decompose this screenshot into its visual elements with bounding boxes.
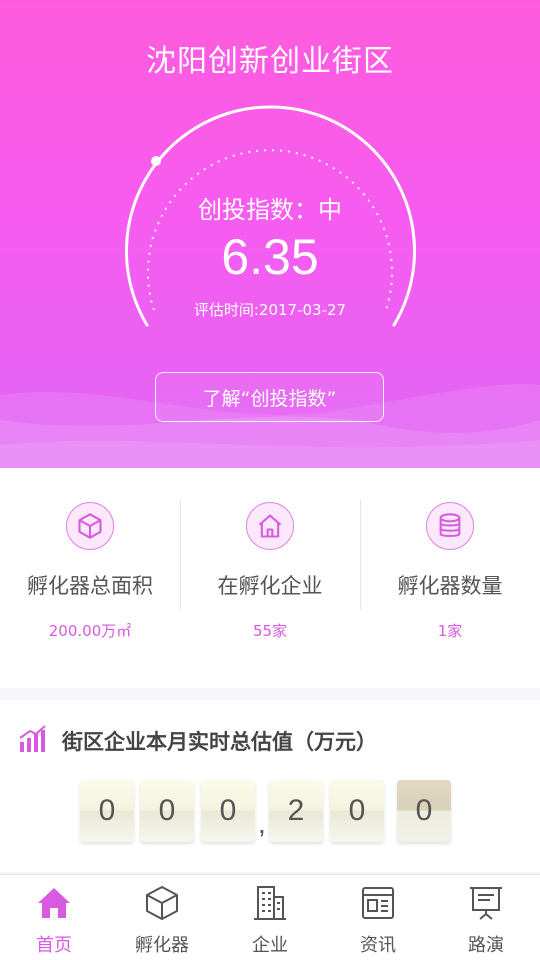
presentation-icon <box>470 887 502 920</box>
cube-icon <box>146 886 178 920</box>
counter-digit: 0 <box>397 780 451 842</box>
gauge-indicator-dot <box>151 156 161 166</box>
counter-digit: 2 <box>269 780 323 842</box>
tab-home[interactable]: 首页 <box>0 875 108 960</box>
stat-value: 1家 <box>437 622 463 640</box>
index-value: 6.35 <box>221 229 319 285</box>
valuation-counter: 0 0 0 , 2 0 0 <box>0 780 540 842</box>
stat-value: 55家 <box>252 622 288 640</box>
stat-value: 200.00万㎡ <box>48 622 132 640</box>
home-icon <box>38 888 70 918</box>
tab-enterprise[interactable]: 企业 <box>216 875 324 960</box>
valuation-title: 街区企业本月实时总估值（万元） <box>62 730 377 754</box>
counter-separator: , <box>258 808 266 839</box>
counter-digit: 0 <box>330 780 384 842</box>
tab-label: 路演 <box>468 935 504 956</box>
stats-panel: 孵化器总面积 200.00万㎡ 在孵化企业 55家 孵化器数量 1家 <box>0 468 540 688</box>
tab-label: 孵化器 <box>135 935 189 956</box>
tab-label: 首页 <box>36 935 72 956</box>
tab-label: 资讯 <box>360 935 396 956</box>
counter-digit: 0 <box>140 780 194 842</box>
stat-incubator-count[interactable]: 孵化器数量 1家 <box>360 468 540 688</box>
stat-label: 在孵化企业 <box>217 574 323 598</box>
counter-digit: 0 <box>201 780 255 842</box>
tab-label: 企业 <box>252 935 288 956</box>
stat-label: 孵化器数量 <box>397 574 503 598</box>
index-label: 创投指数：中 <box>198 196 342 224</box>
bar-chart-icon <box>19 725 46 752</box>
stat-label: 孵化器总面积 <box>27 574 153 598</box>
home-icon <box>246 502 294 550</box>
tab-roadshow[interactable]: 路演 <box>432 875 540 960</box>
learn-index-button[interactable]: 了解“创投指数” <box>155 372 384 422</box>
news-icon <box>362 887 394 919</box>
cube-icon <box>66 502 114 550</box>
evaluation-date: 评估时间:2017-03-27 <box>193 301 347 319</box>
valuation-panel: 街区企业本月实时总估值（万元） 0 0 0 , 2 0 0 <box>0 700 540 872</box>
counter-digit: 0 <box>80 780 134 842</box>
tab-incubator[interactable]: 孵化器 <box>108 875 216 960</box>
building-icon <box>254 886 286 920</box>
hero-section: 沈阳创新创业街区 创投指数：中 6.35 评估时间:2017-03-27 了解“… <box>0 0 540 468</box>
bottom-tab-bar: 首页 孵化器 企业 资讯 路演 <box>0 874 540 960</box>
stat-incubating-companies[interactable]: 在孵化企业 55家 <box>180 468 360 688</box>
database-icon <box>426 502 474 550</box>
tab-news[interactable]: 资讯 <box>324 875 432 960</box>
stat-incubator-area[interactable]: 孵化器总面积 200.00万㎡ <box>0 468 180 688</box>
